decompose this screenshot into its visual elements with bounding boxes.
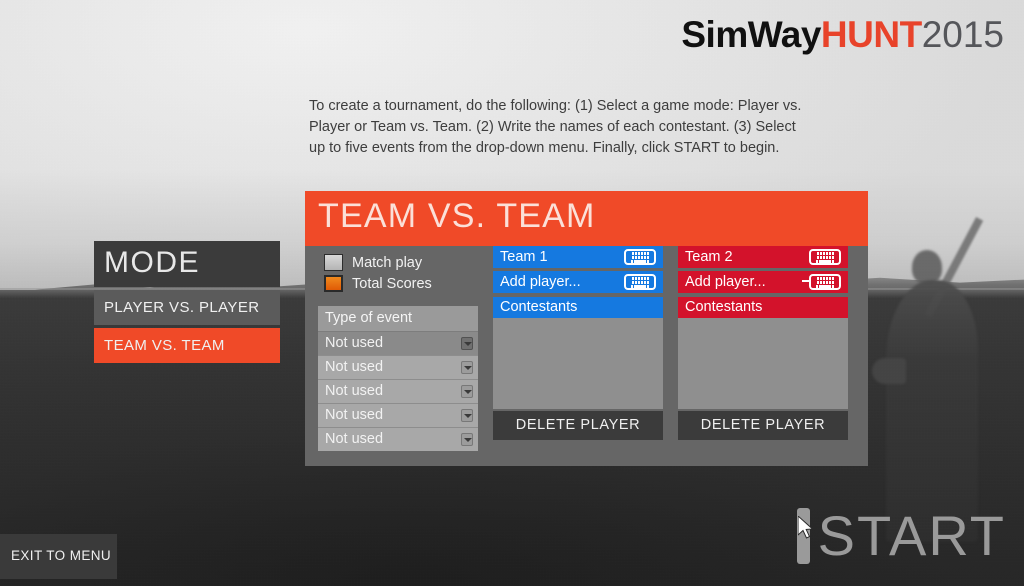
team-1-column: Team 1 Add player... Contestants DELETE … [493,246,663,451]
scoring-option-total-scores[interactable]: Total Scores [324,275,478,292]
team-1-add-player-value: Add player... [500,274,581,290]
mode-panel: MODE PLAYER VS. PLAYER TEAM VS. TEAM [94,241,280,363]
checkbox-unchecked-icon[interactable] [324,254,343,271]
event-list-header: Type of event [318,306,478,332]
event-dropdown-5[interactable]: Not used [318,428,478,451]
logo-year: 2015 [921,14,1004,55]
chevron-down-icon[interactable] [461,432,473,446]
tournament-config-panel: TEAM VS. TEAM Match play Total Scores Ty… [305,191,868,466]
start-button-label: START [817,504,1006,567]
mode-panel-title: MODE [94,241,280,287]
hunter-arm [872,358,906,384]
text-cursor [802,280,809,282]
logo-simway: SimWay [681,14,821,55]
instructions-line-1: To create a tournament, do the following… [309,98,802,114]
mode-option-team-vs-team[interactable]: TEAM VS. TEAM [94,328,280,363]
team-1-contestants-header: Contestants [493,297,663,318]
event-dropdown-value: Not used [325,431,384,447]
keyboard-icon[interactable] [809,274,841,290]
team-2-contestants-header: Contestants [678,297,848,318]
team-1-name-value: Team 1 [500,249,548,265]
team-2-add-player-field[interactable]: Add player... [678,271,848,293]
scoring-options-group: Match play Total Scores [318,246,478,306]
event-dropdown-value: Not used [325,359,384,375]
keyboard-icon[interactable] [624,249,656,265]
chevron-down-icon[interactable] [461,408,473,422]
app-logo: SimWayHUNT2015 [681,16,1004,53]
team-1-contestants-list[interactable] [493,318,663,409]
mode-option-label: TEAM VS. TEAM [104,337,225,354]
event-dropdown-value: Not used [325,407,384,423]
instructions-text: To create a tournament, do the following… [309,96,809,159]
hunter-silhouette [872,212,1004,542]
event-selector-list: Type of event Not used Not used Not used [318,306,478,451]
team-2-column: Team 2 Add player... Contestants DELETE … [678,246,848,451]
team-2-name-field[interactable]: Team 2 [678,246,848,268]
team-1-delete-player-button[interactable]: DELETE PLAYER [493,411,663,440]
instructions-line-2: Player or Team vs. Team. (2) Write the n… [309,119,796,135]
team-2-delete-player-button[interactable]: DELETE PLAYER [678,411,848,440]
chevron-down-icon[interactable] [461,384,473,398]
exit-to-menu-button[interactable]: EXIT TO MENU [0,534,117,579]
config-panel-body: Match play Total Scores Type of event No… [305,246,868,451]
keyboard-icon[interactable] [809,249,841,265]
team-1-add-player-field[interactable]: Add player... [493,271,663,293]
game-screen: SimWayHUNT2015 To create a tournament, d… [0,0,1024,586]
team-2-add-player-value: Add player... [685,274,766,290]
checkbox-checked-icon[interactable] [324,275,343,292]
event-dropdown-2[interactable]: Not used [318,356,478,380]
config-panel-title: TEAM VS. TEAM [305,191,868,246]
start-button[interactable]: START [796,504,1006,567]
event-dropdown-value: Not used [325,335,384,351]
team-2-name-value: Team 2 [685,249,733,265]
event-dropdown-3[interactable]: Not used [318,380,478,404]
event-dropdown-value: Not used [325,383,384,399]
team-2-contestants-list[interactable] [678,318,848,409]
chevron-down-icon[interactable] [461,360,473,374]
keyboard-icon[interactable] [624,274,656,290]
mode-option-player-vs-player[interactable]: PLAYER VS. PLAYER [94,290,280,325]
scoring-option-label: Total Scores [352,275,432,292]
logo-hunt: HUNT [820,14,922,55]
scoring-option-match-play[interactable]: Match play [324,254,478,271]
mode-option-label: PLAYER VS. PLAYER [104,299,260,316]
hunter-head [912,250,942,284]
event-column: Match play Total Scores Type of event No… [318,246,478,451]
event-dropdown-1[interactable]: Not used [318,332,478,356]
start-bar-decoration [796,508,810,564]
event-dropdown-4[interactable]: Not used [318,404,478,428]
team-1-name-field[interactable]: Team 1 [493,246,663,268]
instructions-line-3: up to five events from the drop-down men… [309,140,780,156]
scoring-option-label: Match play [352,254,423,271]
hunter-body [886,280,978,542]
chevron-down-icon[interactable] [461,336,473,350]
